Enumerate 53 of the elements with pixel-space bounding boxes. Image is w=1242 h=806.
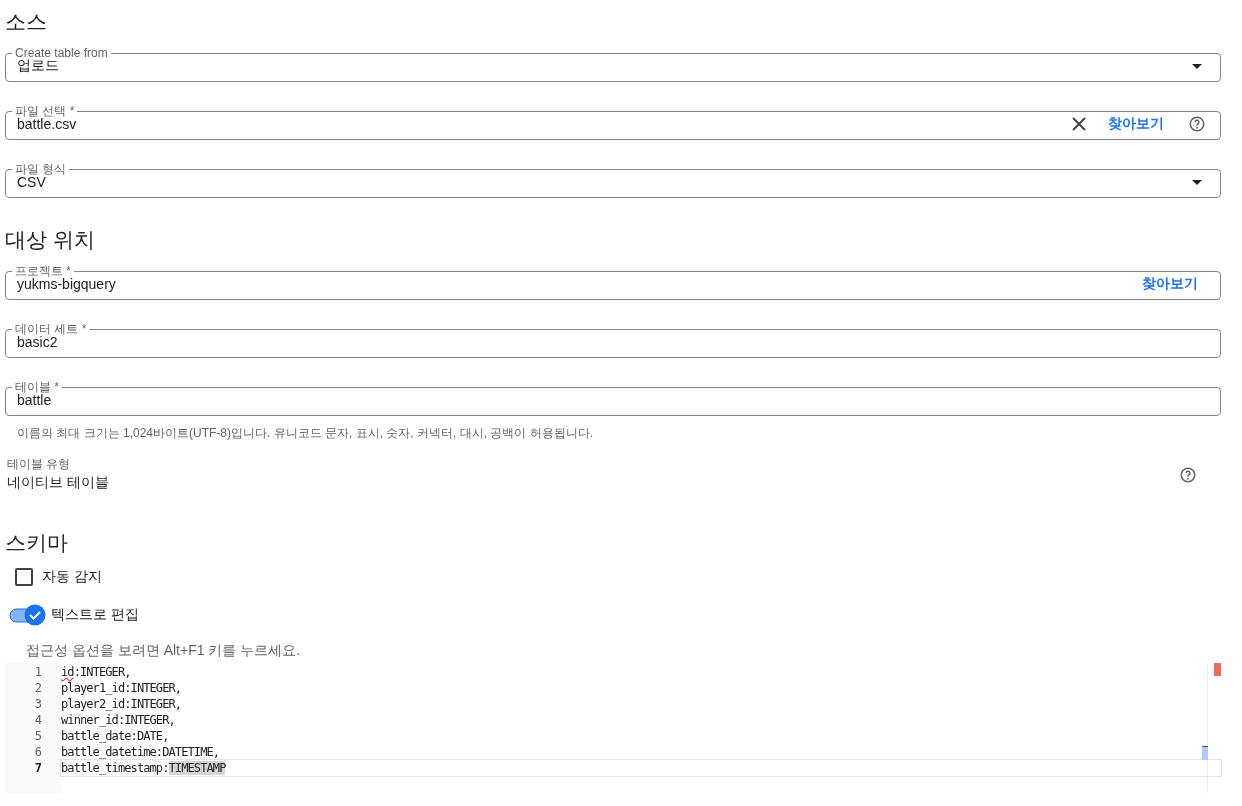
field-value: yukms-bigquery: [17, 276, 117, 292]
help-icon[interactable]: [1188, 115, 1206, 133]
code-line: id:INTEGER,: [61, 665, 131, 679]
section-heading: 소스: [5, 9, 48, 35]
scroll-marker: [1202, 746, 1208, 760]
dropdown-arrow-icon[interactable]: [1192, 63, 1202, 69]
code-line: player2_id:INTEGER,: [61, 697, 182, 711]
field-value: CSV: [17, 174, 46, 190]
field-label: 파일 형식: [14, 163, 68, 175]
code-line: battle_datetime:DATETIME,: [61, 745, 220, 759]
hint-text: 이름의 최대 크기는 1,024바이트(UTF-8)입니다. 유니코드 문자, 표시, 숫자, 커넥터, 대시, 공백이 허용됩니다.: [17, 425, 595, 442]
browse-link[interactable]: 찾아보기: [1108, 115, 1164, 133]
field-label: 프로젝트 *: [14, 265, 72, 277]
info-value: 네이티브 테이블: [7, 473, 109, 492]
option-label: 텍스트로 편집: [51, 606, 139, 624]
text-field[interactable]: 프로젝트 * yukms-bigquery 찾아보기: [5, 265, 1221, 300]
option-label: 자동 감지: [42, 568, 102, 586]
browse-link[interactable]: 찾아보기: [1142, 275, 1198, 293]
close-icon[interactable]: [1072, 117, 1086, 131]
field-label: 테이블 *: [14, 381, 60, 393]
accessibility-hint: 접근성 옵션을 보려면 Alt+F1 키를 누르세요.: [26, 642, 302, 659]
toggle-switch[interactable]: [9, 604, 47, 626]
field-label: Create table from: [14, 47, 109, 59]
select-field[interactable]: 파일 형식 CSV: [5, 163, 1221, 198]
dropdown-arrow-icon[interactable]: [1192, 179, 1202, 185]
text-field[interactable]: 테이블 * battle: [5, 381, 1221, 416]
text-field[interactable]: 데이터 세트 * basic2: [5, 323, 1221, 358]
info-label: 테이블 유형: [7, 457, 72, 472]
line-number: 1: [33, 664, 43, 680]
section-heading: 대상 위치: [5, 227, 96, 253]
field-label: 파일 선택 *: [14, 105, 76, 117]
field-value: battle: [17, 392, 53, 408]
line-number: 4: [33, 712, 43, 728]
line-number: 2: [33, 680, 43, 696]
field-value: basic2: [17, 334, 58, 350]
code-line: battle_date:DATE,: [61, 729, 169, 743]
code-editor[interactable]: 1 2 3 4 5 6 7 id:INTEGER, player1_id:INTEGER, player2_id:INTEGER, winner_id:INTEGER, battle_date:DATE, battle_datetime:DATETIME, battle_timestamp:TIMESTAMP: [5, 663, 1221, 793]
field-label: 데이터 세트 *: [14, 323, 88, 335]
line-number: 3: [33, 696, 43, 712]
section-heading: 스키마: [5, 530, 69, 556]
select-field[interactable]: Create table from 업로드: [5, 47, 1221, 82]
checkbox[interactable]: [15, 568, 33, 586]
text-field[interactable]: 파일 선택 * battle.csv 찾아보기: [5, 105, 1221, 140]
help-icon[interactable]: [1179, 465, 1197, 484]
line-number: 6: [33, 744, 43, 760]
field-value: battle.csv: [17, 116, 78, 132]
code-line: battle_timestamp:TIMESTAMP: [61, 761, 226, 775]
field-value: 업로드: [17, 57, 60, 75]
code-line: player1_id:INTEGER,: [61, 681, 182, 695]
line-number: 5: [33, 728, 43, 744]
error-marker: [1214, 663, 1221, 676]
line-number: 7: [33, 760, 43, 776]
code-line: winner_id:INTEGER,: [61, 713, 175, 727]
